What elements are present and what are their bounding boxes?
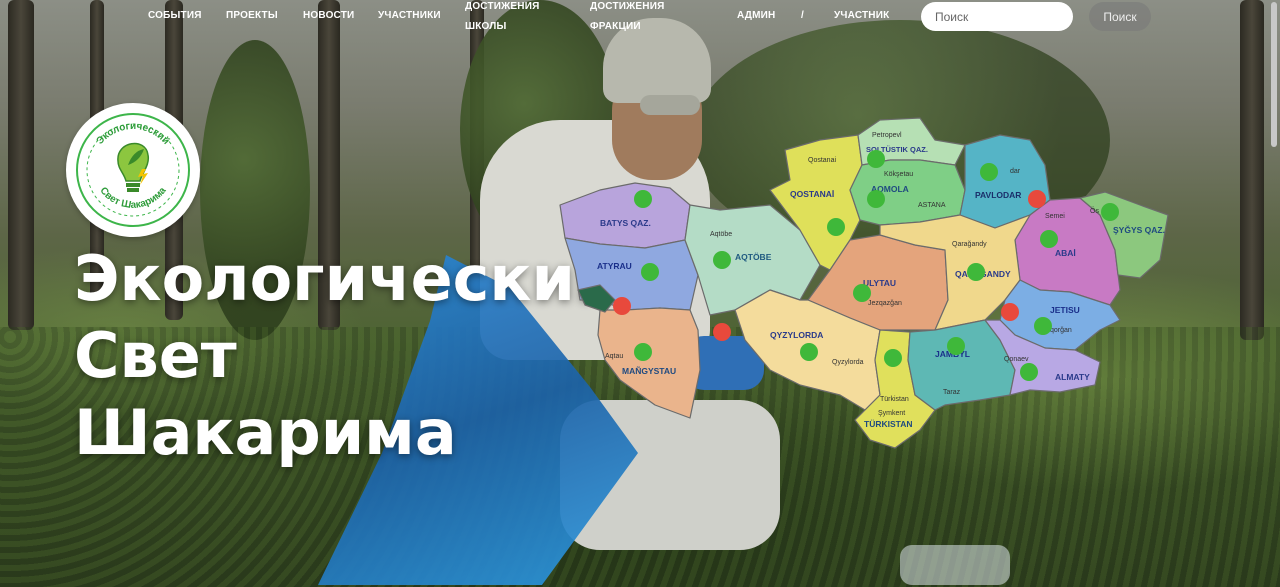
city-label: Taraz — [943, 389, 961, 396]
city-label: Aqtau — [605, 353, 623, 360]
region-label: QOSTANAİ — [790, 189, 834, 199]
tree-trunk — [1240, 0, 1264, 340]
page-scrollbar[interactable] — [1271, 2, 1277, 147]
city-label: ASTANA — [918, 202, 946, 209]
site-logo[interactable]: Экологический Свет Шакарима — [66, 103, 200, 237]
city-label: Kökşetau — [884, 171, 913, 178]
green-marker[interactable] — [867, 150, 885, 168]
red-marker[interactable] — [1001, 303, 1019, 321]
hero-title-line: Экологический — [74, 242, 619, 315]
green-marker[interactable] — [884, 349, 902, 367]
hero-title: Экологический Свет Шакарима — [74, 240, 618, 471]
nav-news-link[interactable]: Новости — [303, 6, 354, 26]
region-label: BATYS QAZ. — [600, 218, 651, 228]
green-marker[interactable] — [1101, 203, 1119, 221]
city-label: Qarağandy — [952, 241, 987, 248]
red-marker[interactable] — [713, 323, 731, 341]
green-marker[interactable] — [827, 218, 845, 236]
green-marker[interactable] — [947, 337, 965, 355]
region-label: TÜRKISTAN — [864, 419, 912, 429]
hero-title-line: Шакарима — [74, 396, 457, 469]
region-label: ABAİ — [1055, 248, 1076, 258]
logo-emblem-icon: Экологический Свет Шакарима — [76, 113, 190, 227]
green-marker[interactable] — [634, 343, 652, 361]
region-label: AQTÖBE — [735, 252, 772, 262]
green-marker[interactable] — [853, 284, 871, 302]
region-label: PAVLODAR — [975, 190, 1021, 200]
search-button[interactable]: Поиск — [1089, 2, 1151, 31]
green-marker[interactable] — [980, 163, 998, 181]
region-label: ATYRAU — [597, 261, 632, 271]
city-label: qorğan — [1050, 327, 1072, 334]
nav-projects-link[interactable]: Проекты — [226, 6, 278, 26]
green-marker[interactable] — [641, 263, 659, 281]
region-label: QYZYLORDA — [770, 330, 823, 340]
city-label: Türkistan — [880, 396, 909, 403]
region-label: ALMATY — [1055, 372, 1090, 382]
nav-faction-achievements-link[interactable]: Достижения фракции — [590, 0, 680, 37]
green-marker[interactable] — [1020, 363, 1038, 381]
city-label: Qostanai — [808, 157, 836, 164]
plastic-bottle — [900, 545, 1010, 585]
green-marker[interactable] — [800, 343, 818, 361]
nav-school-achievements-link[interactable]: Достижения школы — [465, 0, 555, 37]
region-mangystau[interactable] — [597, 307, 701, 419]
city-label: Aqtöbe — [710, 231, 732, 238]
green-marker[interactable] — [1034, 317, 1052, 335]
red-marker[interactable] — [1028, 190, 1046, 208]
region-label: MAÑGYSTAU — [622, 366, 676, 376]
red-marker[interactable] — [613, 297, 631, 315]
nav-admin-link[interactable]: Админ — [737, 6, 775, 26]
tree-trunk — [8, 0, 34, 330]
nav-separator: / — [801, 10, 804, 21]
volunteer-cap-brim — [640, 95, 700, 115]
top-navigation: События Проекты Новости Участники Достиж… — [0, 0, 1280, 35]
city-label: Qyzylorda — [832, 359, 864, 366]
nav-participant-link[interactable]: Участник — [834, 6, 889, 26]
city-label: Semei — [1045, 213, 1065, 220]
green-marker[interactable] — [867, 190, 885, 208]
nav-participants-link[interactable]: Участники — [378, 6, 441, 26]
region-label: ŞYĞYS QAZ. — [1113, 224, 1165, 235]
city-label: dar — [1010, 168, 1021, 175]
region-label: JETISU — [1050, 305, 1080, 315]
region-batys-qaz[interactable] — [559, 182, 691, 249]
green-marker[interactable] — [634, 190, 652, 208]
kazakhstan-regions-map[interactable]: BATYS QAZ. ATYRAU AQTÖBE MAÑGYSTAU QOSTA… — [555, 115, 1170, 455]
green-marker[interactable] — [713, 251, 731, 269]
green-marker[interactable] — [967, 263, 985, 281]
nav-events-link[interactable]: События — [148, 6, 202, 26]
search-input[interactable] — [921, 2, 1073, 31]
city-label: Jezqazğan — [868, 300, 902, 307]
city-label: Petropevl — [872, 132, 902, 139]
city-label: Şymkent — [878, 410, 905, 417]
green-marker[interactable] — [1040, 230, 1058, 248]
city-label: Ös — [1090, 207, 1099, 215]
hero-title-line: Свет — [74, 319, 237, 392]
city-label: Qonaev — [1004, 356, 1029, 363]
